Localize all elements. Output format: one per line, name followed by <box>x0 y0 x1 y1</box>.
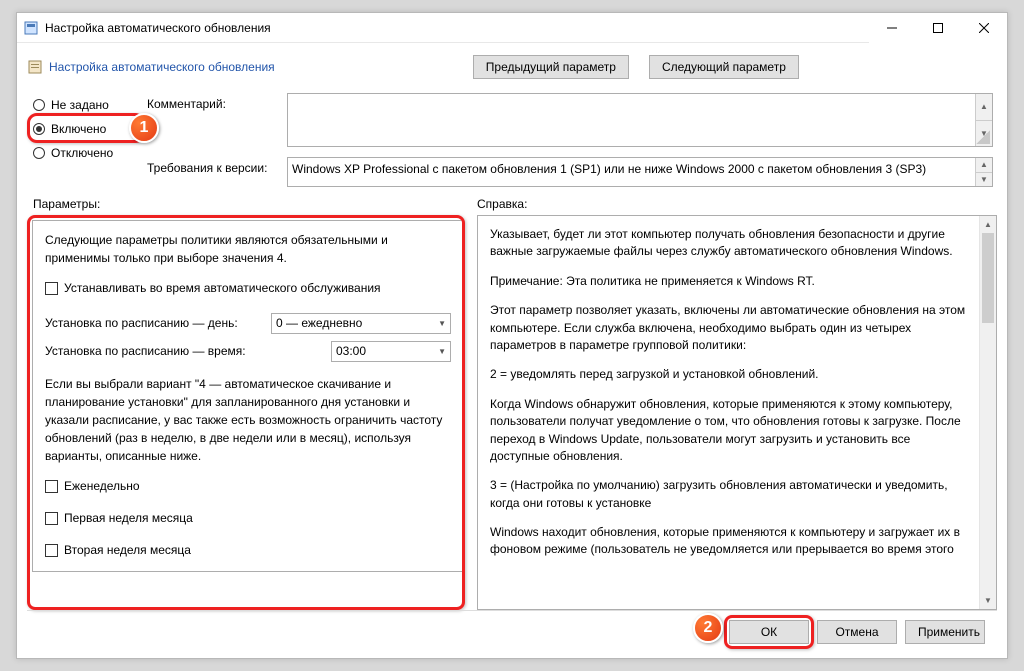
ok-button[interactable]: ОК <box>729 620 809 644</box>
dialog-footer: 2 ОК Отмена Применить <box>27 610 997 652</box>
annotation-step-1: 1 <box>129 113 159 143</box>
chevron-down-icon: ▼ <box>438 319 446 328</box>
dialog-window: Настройка автоматического обновления Нас… <box>16 12 1008 659</box>
next-setting-button[interactable]: Следующий параметр <box>649 55 799 79</box>
help-text: 3 = (Настройка по умолчанию) загрузить о… <box>490 477 970 512</box>
policy-icon <box>27 59 43 75</box>
requirements-box: Windows XP Professional с пакетом обновл… <box>287 157 993 187</box>
requirements-scrollbar[interactable]: ▲▼ <box>975 158 992 186</box>
checkbox-install-during-maintenance[interactable]: Устанавливать во время автоматического о… <box>45 277 451 299</box>
radio-icon <box>33 99 45 111</box>
checkbox-weekly[interactable]: Еженедельно <box>45 475 451 497</box>
scroll-up-icon: ▲ <box>980 216 996 233</box>
maximize-button[interactable] <box>915 13 961 43</box>
checkbox-icon <box>45 544 58 557</box>
window-title: Настройка автоматического обновления <box>45 21 869 35</box>
help-text: Когда Windows обнаружит обновления, кото… <box>490 396 970 466</box>
parameters-panel: Следующие параметры политики являются об… <box>32 220 464 572</box>
resize-grip-icon <box>976 130 990 144</box>
radio-not-configured[interactable]: Не задано <box>33 93 147 117</box>
apply-button[interactable]: Применить <box>905 620 985 644</box>
radio-disabled[interactable]: Отключено <box>33 141 147 165</box>
options-intro: Следующие параметры политики являются об… <box>45 231 451 267</box>
checkbox-second-week[interactable]: Вторая неделя месяца <box>45 539 451 561</box>
install-time-label: Установка по расписанию — время: <box>45 344 331 358</box>
install-time-select[interactable]: 03:00▼ <box>331 341 451 362</box>
annotation-step-2: 2 <box>693 613 723 643</box>
parameters-label: Параметры: <box>27 197 477 211</box>
checkbox-icon <box>45 480 58 493</box>
help-text: Указывает, будет ли этот компьютер получ… <box>490 226 970 261</box>
help-text: Windows находит обновления, которые прим… <box>490 524 970 559</box>
help-text: Примечание: Эта политика не применяется … <box>490 273 970 290</box>
scrollbar-thumb[interactable] <box>982 233 994 323</box>
cancel-button[interactable]: Отмена <box>817 620 897 644</box>
previous-setting-button[interactable]: Предыдущий параметр <box>473 55 629 79</box>
state-radios: Не задано Включено 1 Отключено <box>27 87 147 191</box>
dialog-title: Настройка автоматического обновления <box>49 60 275 74</box>
install-day-label: Установка по расписанию — день: <box>45 316 271 330</box>
chevron-down-icon: ▼ <box>438 347 446 356</box>
help-panel: Указывает, будет ли этот компьютер получ… <box>477 215 997 610</box>
radio-icon <box>33 147 45 159</box>
checkbox-first-week[interactable]: Первая неделя месяца <box>45 507 451 529</box>
checkbox-icon <box>45 282 58 295</box>
parameters-highlight: Следующие параметры политики являются об… <box>27 215 465 610</box>
requirements-label: Требования к версии: <box>147 157 287 187</box>
radio-enabled[interactable]: Включено 1 <box>33 117 147 141</box>
titlebar: Настройка автоматического обновления <box>17 13 1007 43</box>
help-label: Справка: <box>477 197 997 211</box>
app-icon <box>23 20 39 36</box>
recurrence-text: Если вы выбрали вариант "4 — автоматичес… <box>45 375 451 465</box>
comment-textarea[interactable]: ▲▼ <box>287 93 993 147</box>
close-button[interactable] <box>961 13 1007 43</box>
comment-label: Комментарий: <box>147 93 287 147</box>
radio-icon <box>33 123 45 135</box>
header-row: Настройка автоматического обновления Пре… <box>17 43 1007 87</box>
help-scrollbar[interactable]: ▲ ▼ <box>979 216 996 609</box>
help-text: Этот параметр позволяет указать, включен… <box>490 302 970 354</box>
install-day-select[interactable]: 0 — ежедневно▼ <box>271 313 451 334</box>
scroll-down-icon: ▼ <box>980 592 996 609</box>
checkbox-icon <box>45 512 58 525</box>
minimize-button[interactable] <box>869 13 915 43</box>
help-text: 2 = уведомлять перед загрузкой и установ… <box>490 366 970 383</box>
